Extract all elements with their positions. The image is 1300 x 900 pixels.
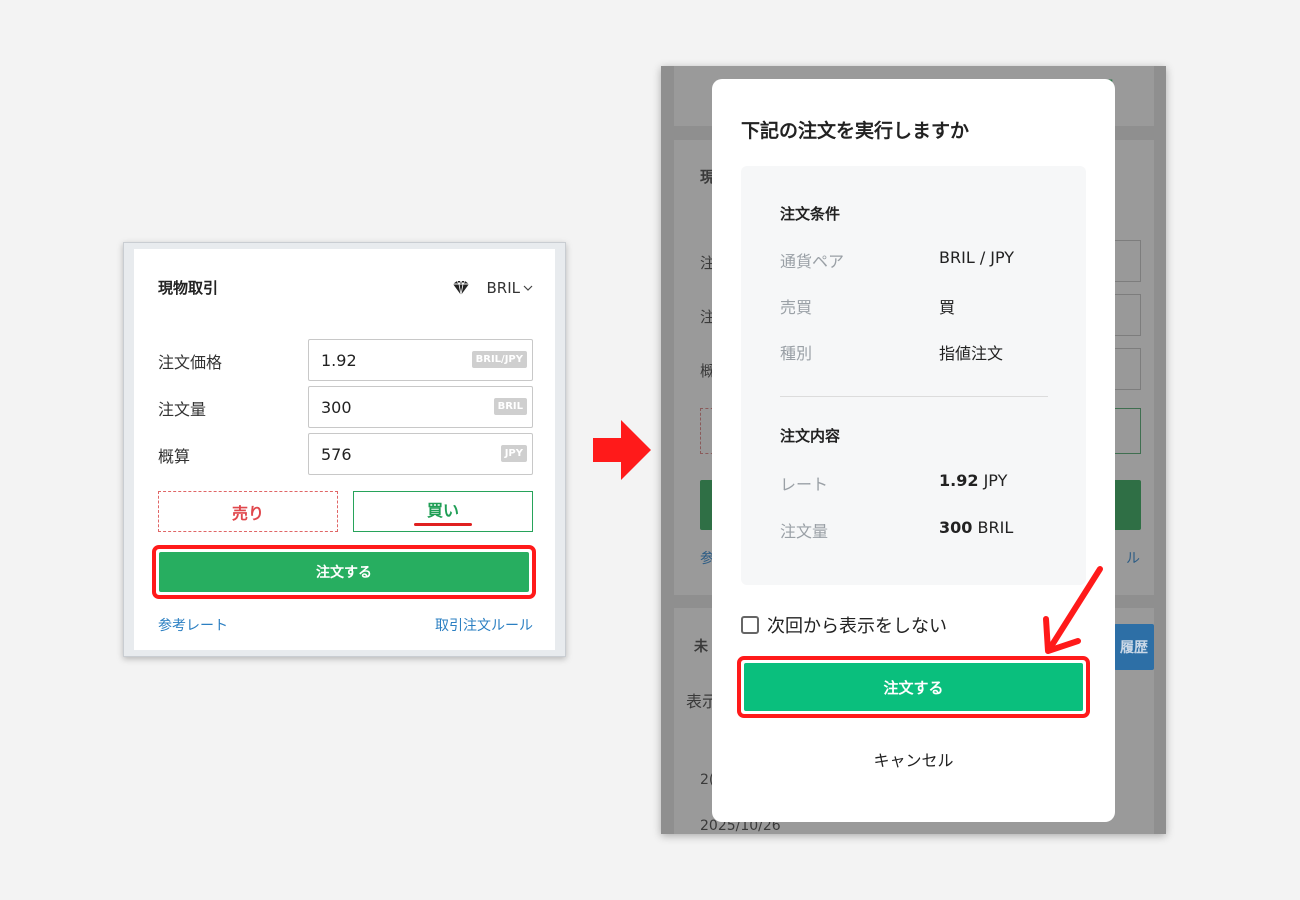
order-price-value: 1.92 (321, 351, 357, 370)
bg-history-label: 履歴 (1120, 640, 1148, 656)
rate-value-number: 1.92 (939, 471, 979, 490)
order-quantity-row: 注文量 300 BRIL (158, 386, 533, 428)
quantity-value: 300 BRIL (939, 518, 1013, 537)
order-confirm-modal: 下記の注文を実行しますか 注文条件 通貨ペア BRIL / JPY 売買 買 種… (712, 79, 1115, 822)
bg-buy-button (1111, 408, 1141, 454)
order-button-highlight: 注文する (152, 545, 536, 599)
chevron-down-icon (523, 285, 533, 291)
estimate-input[interactable]: 576 JPY (308, 433, 533, 475)
order-price-row: 注文価格 1.92 BRIL/JPY (158, 339, 533, 381)
order-price-label: 注文価格 (158, 353, 223, 372)
estimate-value: 576 (321, 445, 352, 464)
order-price-unit-badge: BRIL/JPY (471, 351, 527, 368)
order-quantity-value: 300 (321, 398, 352, 417)
bg-field-2 (1111, 294, 1141, 336)
bg-order-button-right (1111, 480, 1141, 530)
spot-trading-panel-body: 現物取引 BRIL 注文価格 1.92 BRIL/JPY 注文量 300 BRI… (134, 249, 555, 650)
order-price-input[interactable]: 1.92 BRIL/JPY (308, 339, 533, 381)
bg-partial-orders-title: 未 (694, 639, 708, 655)
checkbox-box[interactable] (741, 616, 759, 634)
quantity-key: 注文量 (780, 522, 829, 541)
order-summary-box: 注文条件 通貨ペア BRIL / JPY 売買 買 種別 指値注文 注文内容 レ… (741, 166, 1086, 585)
trade-side-key: 売買 (780, 298, 813, 317)
bg-partial-link-right: ル (1126, 551, 1140, 567)
pointer-arrow-icon (1043, 566, 1103, 654)
order-details-heading: 注文内容 (780, 427, 841, 445)
modal-order-button-highlight: 注文する (737, 656, 1090, 718)
buy-button[interactable]: 買い (353, 491, 533, 532)
currency-pair-value: BRIL / JPY (939, 248, 1015, 267)
sell-button-label: 売り (231, 503, 264, 523)
trading-rules-link[interactable]: 取引注文ルール (435, 615, 533, 635)
right-arrow-icon (593, 420, 651, 480)
order-quantity-unit-badge: BRIL (493, 398, 527, 415)
currency-pair-label: BRIL (486, 279, 521, 297)
buy-highlight-underline (414, 523, 472, 526)
modal-order-button-label: 注文する (883, 678, 944, 697)
dont-show-again-checkbox[interactable]: 次回から表示をしない (741, 612, 947, 638)
sell-button[interactable]: 売り (158, 491, 338, 532)
quantity-value-number: 300 (939, 518, 973, 537)
order-button-label: 注文する (316, 565, 372, 581)
currency-pair-selector[interactable]: BRIL (451, 279, 534, 297)
estimate-label: 概算 (158, 447, 191, 466)
bg-field-3 (1111, 348, 1141, 390)
estimate-unit-badge: JPY (500, 445, 527, 462)
bg-field-1 (1111, 240, 1141, 282)
cancel-button[interactable]: キャンセル (712, 747, 1115, 771)
rate-value: 1.92 JPY (939, 471, 1007, 490)
order-type-value: 指値注文 (939, 344, 1004, 363)
bg-history-button: 履歴 (1114, 624, 1154, 670)
modal-order-button[interactable]: 注文する (744, 663, 1083, 711)
spot-trading-panel: 現物取引 BRIL 注文価格 1.92 BRIL/JPY 注文量 300 BRI… (123, 242, 566, 657)
order-button[interactable]: 注文する (159, 552, 529, 592)
panel-title: 現物取引 (158, 279, 219, 297)
dont-show-again-label: 次回から表示をしない (767, 616, 947, 637)
order-quantity-input[interactable]: 300 BRIL (308, 386, 533, 428)
bril-coin-icon (452, 281, 469, 295)
reference-rate-link[interactable]: 参考レート (158, 615, 228, 635)
order-quantity-label: 注文量 (158, 400, 207, 419)
buy-button-label: 買い (426, 501, 459, 520)
currency-pair-key: 通貨ペア (780, 252, 845, 271)
rate-key: レート (780, 475, 829, 494)
modal-title: 下記の注文を実行しますか (741, 120, 970, 142)
estimate-row: 概算 576 JPY (158, 433, 533, 475)
order-conditions-heading: 注文条件 (780, 205, 841, 223)
rate-value-unit: JPY (983, 471, 1008, 490)
summary-divider (780, 396, 1048, 397)
quantity-value-unit: BRIL (977, 518, 1014, 537)
order-type-key: 種別 (780, 344, 813, 363)
trade-side-value: 買 (939, 298, 956, 317)
